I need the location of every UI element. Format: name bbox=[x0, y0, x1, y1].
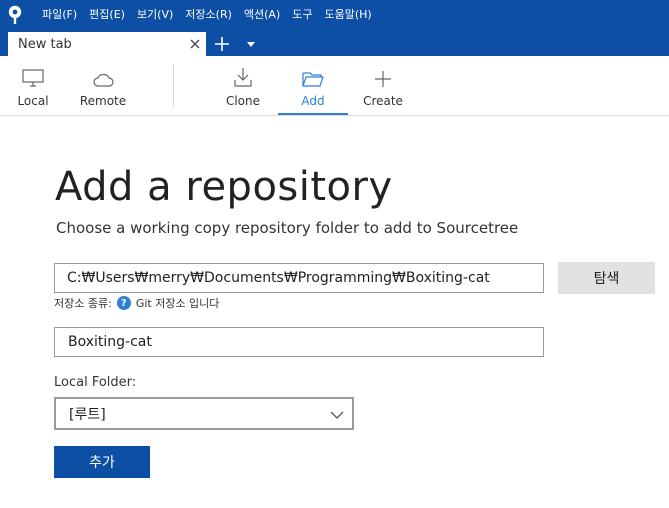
chevron-down-icon[interactable] bbox=[242, 33, 260, 55]
menu-actions[interactable]: 액션(A) bbox=[238, 0, 286, 30]
toolbar-clone-button[interactable]: Clone bbox=[218, 56, 268, 115]
download-icon bbox=[233, 56, 253, 90]
toolbar-create-button[interactable]: Create bbox=[358, 56, 408, 115]
local-folder-select[interactable]: [루트] bbox=[54, 397, 354, 430]
toolbar-divider bbox=[173, 64, 174, 106]
folder-icon bbox=[302, 56, 324, 90]
toolbar-remote-button[interactable]: Remote bbox=[76, 56, 130, 115]
repository-name-input[interactable] bbox=[54, 327, 544, 357]
menu-help[interactable]: 도움말(H) bbox=[319, 0, 378, 30]
help-icon[interactable]: ? bbox=[116, 296, 131, 310]
local-folder-value: [루트] bbox=[69, 406, 106, 423]
repository-type-value: Git 저장소 입니다 bbox=[135, 297, 220, 310]
menu-file[interactable]: 파일(F) bbox=[36, 0, 83, 30]
new-tab-plus-icon[interactable] bbox=[210, 33, 234, 55]
toolbar-clone-label: Clone bbox=[225, 94, 261, 108]
tab-label: New tab bbox=[18, 36, 72, 52]
tab-new-tab[interactable]: New tab bbox=[8, 32, 206, 56]
browse-button[interactable]: 탐색 bbox=[558, 262, 655, 294]
local-folder-label: Local Folder: bbox=[54, 375, 137, 390]
chevron-down-icon bbox=[330, 408, 344, 424]
repository-path-input[interactable] bbox=[54, 263, 544, 293]
toolbar-local-button[interactable]: Local bbox=[8, 56, 58, 115]
tab-strip: New tab bbox=[0, 30, 669, 56]
toolbar: Local Remote Clone Add Create bbox=[0, 56, 669, 116]
page-title: Add a repository bbox=[55, 164, 393, 210]
toolbar-create-label: Create bbox=[363, 94, 403, 108]
menu-repository[interactable]: 저장소(R) bbox=[179, 0, 238, 30]
menu-view[interactable]: 보기(V) bbox=[131, 0, 179, 30]
menu-bar: 파일(F) 편집(E) 보기(V) 저장소(R) 액션(A) 도구 도움말(H) bbox=[0, 0, 669, 30]
menu-tools[interactable]: 도구 bbox=[286, 0, 318, 30]
toolbar-add-label: Add bbox=[301, 94, 325, 108]
plus-icon bbox=[375, 56, 391, 90]
add-button[interactable]: 추가 bbox=[54, 446, 150, 478]
sourcetree-logo-icon[interactable] bbox=[0, 0, 30, 30]
repository-type-label: 저장소 종류: bbox=[54, 297, 112, 310]
cloud-icon bbox=[92, 56, 114, 90]
menu-edit[interactable]: 편집(E) bbox=[83, 0, 131, 30]
close-icon[interactable] bbox=[184, 32, 206, 56]
toolbar-remote-label: Remote bbox=[79, 94, 127, 108]
toolbar-add-button[interactable]: Add bbox=[278, 56, 348, 115]
repository-type-info: 저장소 종류: ? Git 저장소 입니다 bbox=[54, 295, 219, 311]
monitor-icon bbox=[22, 56, 44, 90]
toolbar-local-label: Local bbox=[17, 94, 49, 108]
page-subtitle: Choose a working copy repository folder … bbox=[56, 219, 519, 237]
